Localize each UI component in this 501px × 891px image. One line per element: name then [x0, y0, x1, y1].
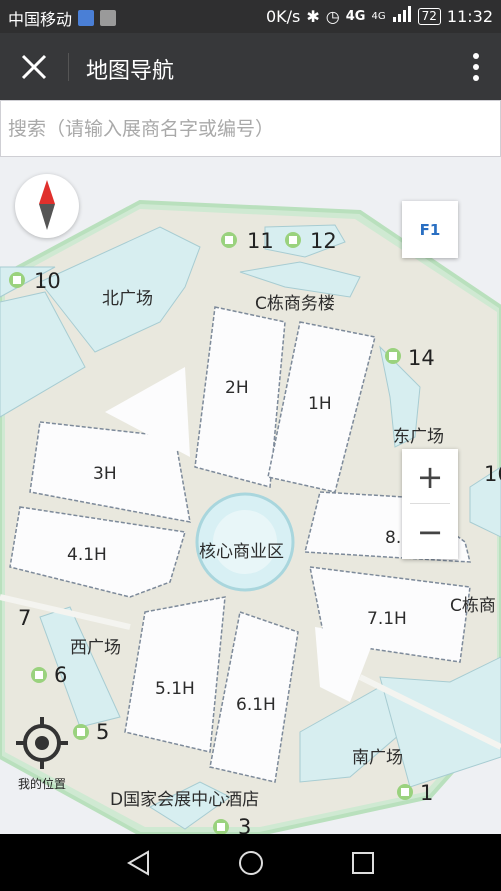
west-plaza-label: 西广场	[70, 638, 121, 658]
my-location-label: 我的位置	[17, 777, 66, 791]
crosshair-icon[interactable]	[12, 713, 72, 773]
nav-home-button[interactable]	[236, 848, 266, 878]
system-nav-bar	[0, 834, 501, 891]
gate-16-label: 16	[484, 462, 501, 486]
gate-7-label: 7	[18, 606, 32, 630]
signal-icon	[392, 6, 412, 26]
hall-6-1h[interactable]: 6.1H	[236, 695, 276, 715]
compass-button[interactable]	[15, 174, 79, 238]
nav-recents-button[interactable]	[348, 848, 378, 878]
battery-level: 72	[417, 7, 441, 25]
status-bar: 中国移动 0K/s ✱ ◷ 4G 4G 72 11:32	[0, 0, 501, 33]
network-speed: 0K/s	[265, 6, 301, 26]
gate-icon	[285, 232, 301, 248]
gate-icon	[213, 819, 229, 834]
search-input[interactable]	[1, 101, 500, 156]
zoom-in-button[interactable]: +	[402, 449, 458, 504]
gate-icon	[31, 667, 47, 683]
east-plaza-label: 东广场	[393, 427, 444, 447]
my-location-button[interactable]: 我的位置	[12, 713, 72, 793]
compass-icon[interactable]	[15, 174, 79, 238]
more-vertical-icon[interactable]	[469, 51, 483, 83]
hall-5-1h[interactable]: 5.1H	[155, 679, 195, 699]
home-circle-icon[interactable]	[236, 848, 266, 878]
hall-2h[interactable]: 2H	[225, 378, 249, 398]
hall-8[interactable]: 8.	[385, 528, 401, 548]
gate-6-label: 6	[54, 663, 68, 687]
hall-7-1h[interactable]: 7.1H	[367, 609, 407, 629]
recents-square-icon[interactable]	[348, 848, 378, 878]
south-plaza-label: 南广场	[352, 748, 403, 768]
zoom-out-button[interactable]: −	[402, 504, 458, 559]
gate-12-label: 12	[310, 229, 337, 253]
image-notification-icon	[100, 10, 117, 26]
zoom-control: + −	[402, 449, 458, 559]
gate-1-label: 1	[420, 781, 434, 805]
search-bar	[0, 100, 501, 157]
gate-icon	[385, 348, 401, 364]
gate-5-label: 5	[96, 720, 110, 744]
carrier-label: 中国移动	[8, 10, 73, 29]
gate-icon	[9, 272, 25, 288]
floor-selector-button[interactable]: F1	[402, 201, 458, 258]
c-office-building-label: C栋商务楼	[255, 294, 335, 314]
app-header: 地图导航	[0, 33, 501, 100]
gate-icon	[397, 784, 413, 800]
gate-14-label: 14	[408, 346, 435, 370]
page-title: 地图导航	[86, 59, 175, 84]
core-commercial-area[interactable]: 核心商业区	[199, 537, 284, 562]
close-button[interactable]	[14, 50, 52, 84]
gate-10-label: 10	[34, 269, 61, 293]
more-menu-button[interactable]	[469, 51, 483, 83]
hall-3h[interactable]: 3H	[93, 464, 117, 484]
gate-3-label: 3	[238, 815, 252, 834]
hall-4-1h[interactable]: 4.1H	[67, 545, 107, 565]
header-divider	[68, 53, 69, 81]
hall-1h[interactable]: 1H	[308, 394, 332, 414]
gate-11-label: 11	[247, 229, 274, 253]
zoom-divider	[410, 503, 450, 504]
app-notification-icon	[78, 10, 95, 26]
bluetooth-icon: ✱	[306, 6, 320, 26]
gate-icon	[221, 232, 237, 248]
alarm-icon: ◷	[325, 6, 340, 26]
north-plaza-label: 北广场	[102, 289, 153, 309]
map-view[interactable]: F1 + − 我的位置 2H 1H 3H 4.1H 核心商业区 8. 7.1H	[0, 157, 501, 834]
network-4g-label: 4G	[345, 8, 366, 24]
close-icon[interactable]	[14, 50, 52, 84]
nav-back-button[interactable]	[124, 848, 154, 878]
back-triangle-icon[interactable]	[124, 848, 154, 878]
c-shop-label: C栋商	[450, 596, 496, 616]
clock-time: 11:32	[446, 6, 493, 26]
hotel-label: D国家会展中心酒店	[110, 790, 260, 810]
network-4g-secondary-label: 4G	[371, 10, 386, 22]
gate-icon	[73, 724, 89, 740]
